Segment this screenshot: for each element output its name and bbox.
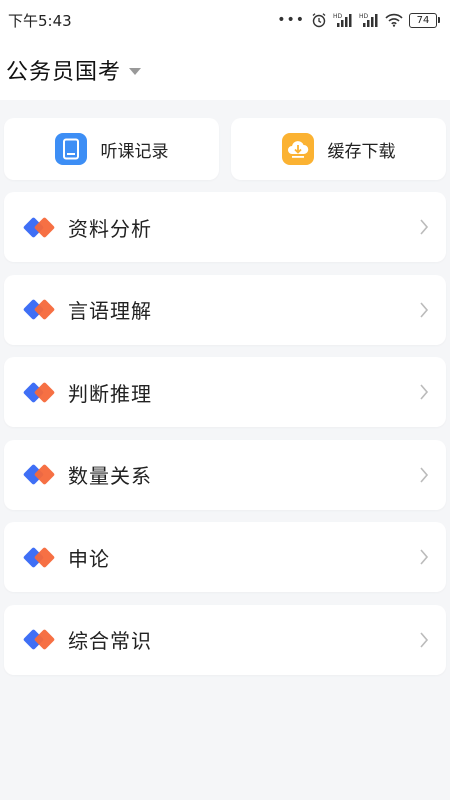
chevron-right-icon: [418, 630, 430, 650]
list-item-verbal[interactable]: 言语理解: [4, 274, 446, 345]
page-title[interactable]: 公务员国考: [6, 54, 121, 86]
chevron-right-icon: [418, 547, 430, 567]
diamond-logo-icon: [22, 546, 56, 568]
diamond-logo-icon: [22, 298, 56, 321]
wifi-icon: [385, 13, 403, 27]
list-item-label: 言语理解: [68, 299, 152, 323]
notebook-icon: [54, 133, 87, 165]
chevron-right-icon: [418, 300, 430, 320]
chevron-right-icon: [418, 382, 430, 402]
signal-hd-icon: HD: [333, 12, 353, 28]
list-item-reasoning[interactable]: 判断推理: [4, 357, 446, 427]
quick-action-label: 缓存下载: [327, 141, 396, 162]
signal-hd-label: HD: [333, 13, 343, 20]
list-item-essay[interactable]: 申论: [4, 522, 446, 592]
download-cloud-icon: [281, 133, 314, 165]
quick-action-download[interactable]: 缓存下载: [231, 118, 446, 180]
top-area: 下午5:43 ••• HD HD 74 公务员国考: [0, 0, 450, 100]
chevron-right-icon: [418, 465, 430, 485]
signal-hd-icon-2: HD: [359, 12, 379, 28]
status-icons: ••• HD HD 74: [277, 12, 440, 28]
list-item-label: 综合常识: [68, 629, 152, 653]
list-item-label: 申论: [68, 546, 110, 571]
status-time: 下午5:43: [8, 11, 72, 30]
alarm-icon: [311, 12, 327, 28]
caret-down-icon[interactable]: [129, 68, 142, 75]
list-item-data-analysis[interactable]: 资料分析: [4, 192, 446, 262]
list-item-label: 资料分析: [68, 216, 152, 241]
header[interactable]: 公务员国考: [0, 40, 450, 100]
quick-action-history[interactable]: 听课记录: [4, 118, 219, 180]
list-item-label: 判断推理: [68, 381, 152, 406]
status-bar: 下午5:43 ••• HD HD 74: [0, 0, 450, 40]
quick-actions: 听课记录 缓存下载: [4, 118, 446, 180]
diamond-logo-icon: [22, 216, 56, 238]
diamond-logo-icon: [22, 628, 56, 651]
diamond-logo-icon: [22, 381, 56, 403]
quick-action-label: 听课记录: [100, 141, 169, 162]
battery-level: 74: [409, 12, 437, 28]
list-item-general-knowledge[interactable]: 综合常识: [4, 604, 446, 675]
chevron-right-icon: [418, 217, 430, 237]
diamond-logo-icon: [22, 463, 56, 486]
more-dots-icon: •••: [277, 12, 305, 28]
list-item-quantitative[interactable]: 数量关系: [4, 439, 446, 510]
subject-list: 资料分析 言语理解 判断推理 数量关系 申论 综合常识: [4, 192, 446, 687]
battery-icon: 74: [409, 12, 440, 28]
list-item-label: 数量关系: [68, 464, 152, 488]
signal-hd-label-2: HD: [359, 13, 369, 20]
